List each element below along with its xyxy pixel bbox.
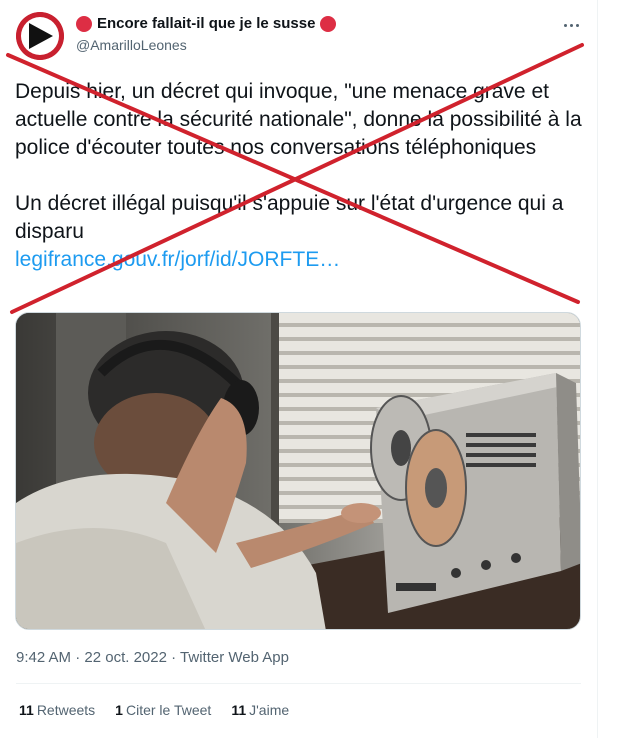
user-handle[interactable]: @AmarilloLeones — [76, 37, 187, 53]
display-name[interactable]: Encore fallait-il que je le susse — [76, 15, 337, 32]
tweet-text: Depuis hier, un décret qui invoque, "une… — [15, 78, 585, 274]
tweet-paragraph-1: Depuis hier, un décret qui invoque, "une… — [15, 80, 582, 159]
tweet-meta: 9:42 AM · 22 oct. 2022 · Twitter Web App — [16, 649, 289, 666]
quotes-label: Citer le Tweet — [125, 702, 212, 718]
tweet-source[interactable]: Twitter Web App — [180, 649, 289, 666]
likes-stat[interactable]: 11 J'aime — [231, 702, 289, 718]
likes-label: J'aime — [249, 702, 290, 718]
tweet-stats: 11 Retweets 1 Citer le Tweet 11 J'aime — [19, 702, 289, 718]
divider — [16, 683, 581, 684]
meta-separator: · — [171, 649, 177, 666]
tweet-media-photo[interactable] — [15, 312, 581, 630]
quotes-stat[interactable]: 1 Citer le Tweet — [115, 702, 211, 718]
avatar[interactable] — [16, 12, 64, 60]
tweet-link[interactable]: legifrance.gouv.fr/jorf/id/JORFTE… — [15, 246, 585, 274]
meta-separator: · — [75, 649, 81, 666]
likes-count: 11 — [231, 702, 247, 718]
red-circle-icon — [320, 15, 337, 32]
photo-reel-to-reel-tape-recorder-icon — [16, 313, 580, 629]
more-icon[interactable] — [558, 14, 584, 36]
tweet-paragraph-2: Un décret illégal puisqu'il s'appuie sur… — [15, 192, 564, 243]
red-circle-icon — [76, 15, 92, 32]
column-border — [597, 0, 598, 738]
retweets-label: Retweets — [36, 702, 96, 718]
retweets-count: 11 — [19, 702, 34, 718]
quotes-count: 1 — [115, 702, 123, 718]
tweet-date[interactable]: 22 oct. 2022 — [84, 649, 167, 666]
play-triangle-avatar-icon — [16, 12, 64, 60]
tweet-time[interactable]: 9:42 AM — [16, 649, 71, 666]
display-name-text: Encore fallait-il que je le susse — [97, 15, 316, 32]
retweets-stat[interactable]: 11 Retweets — [19, 702, 95, 718]
